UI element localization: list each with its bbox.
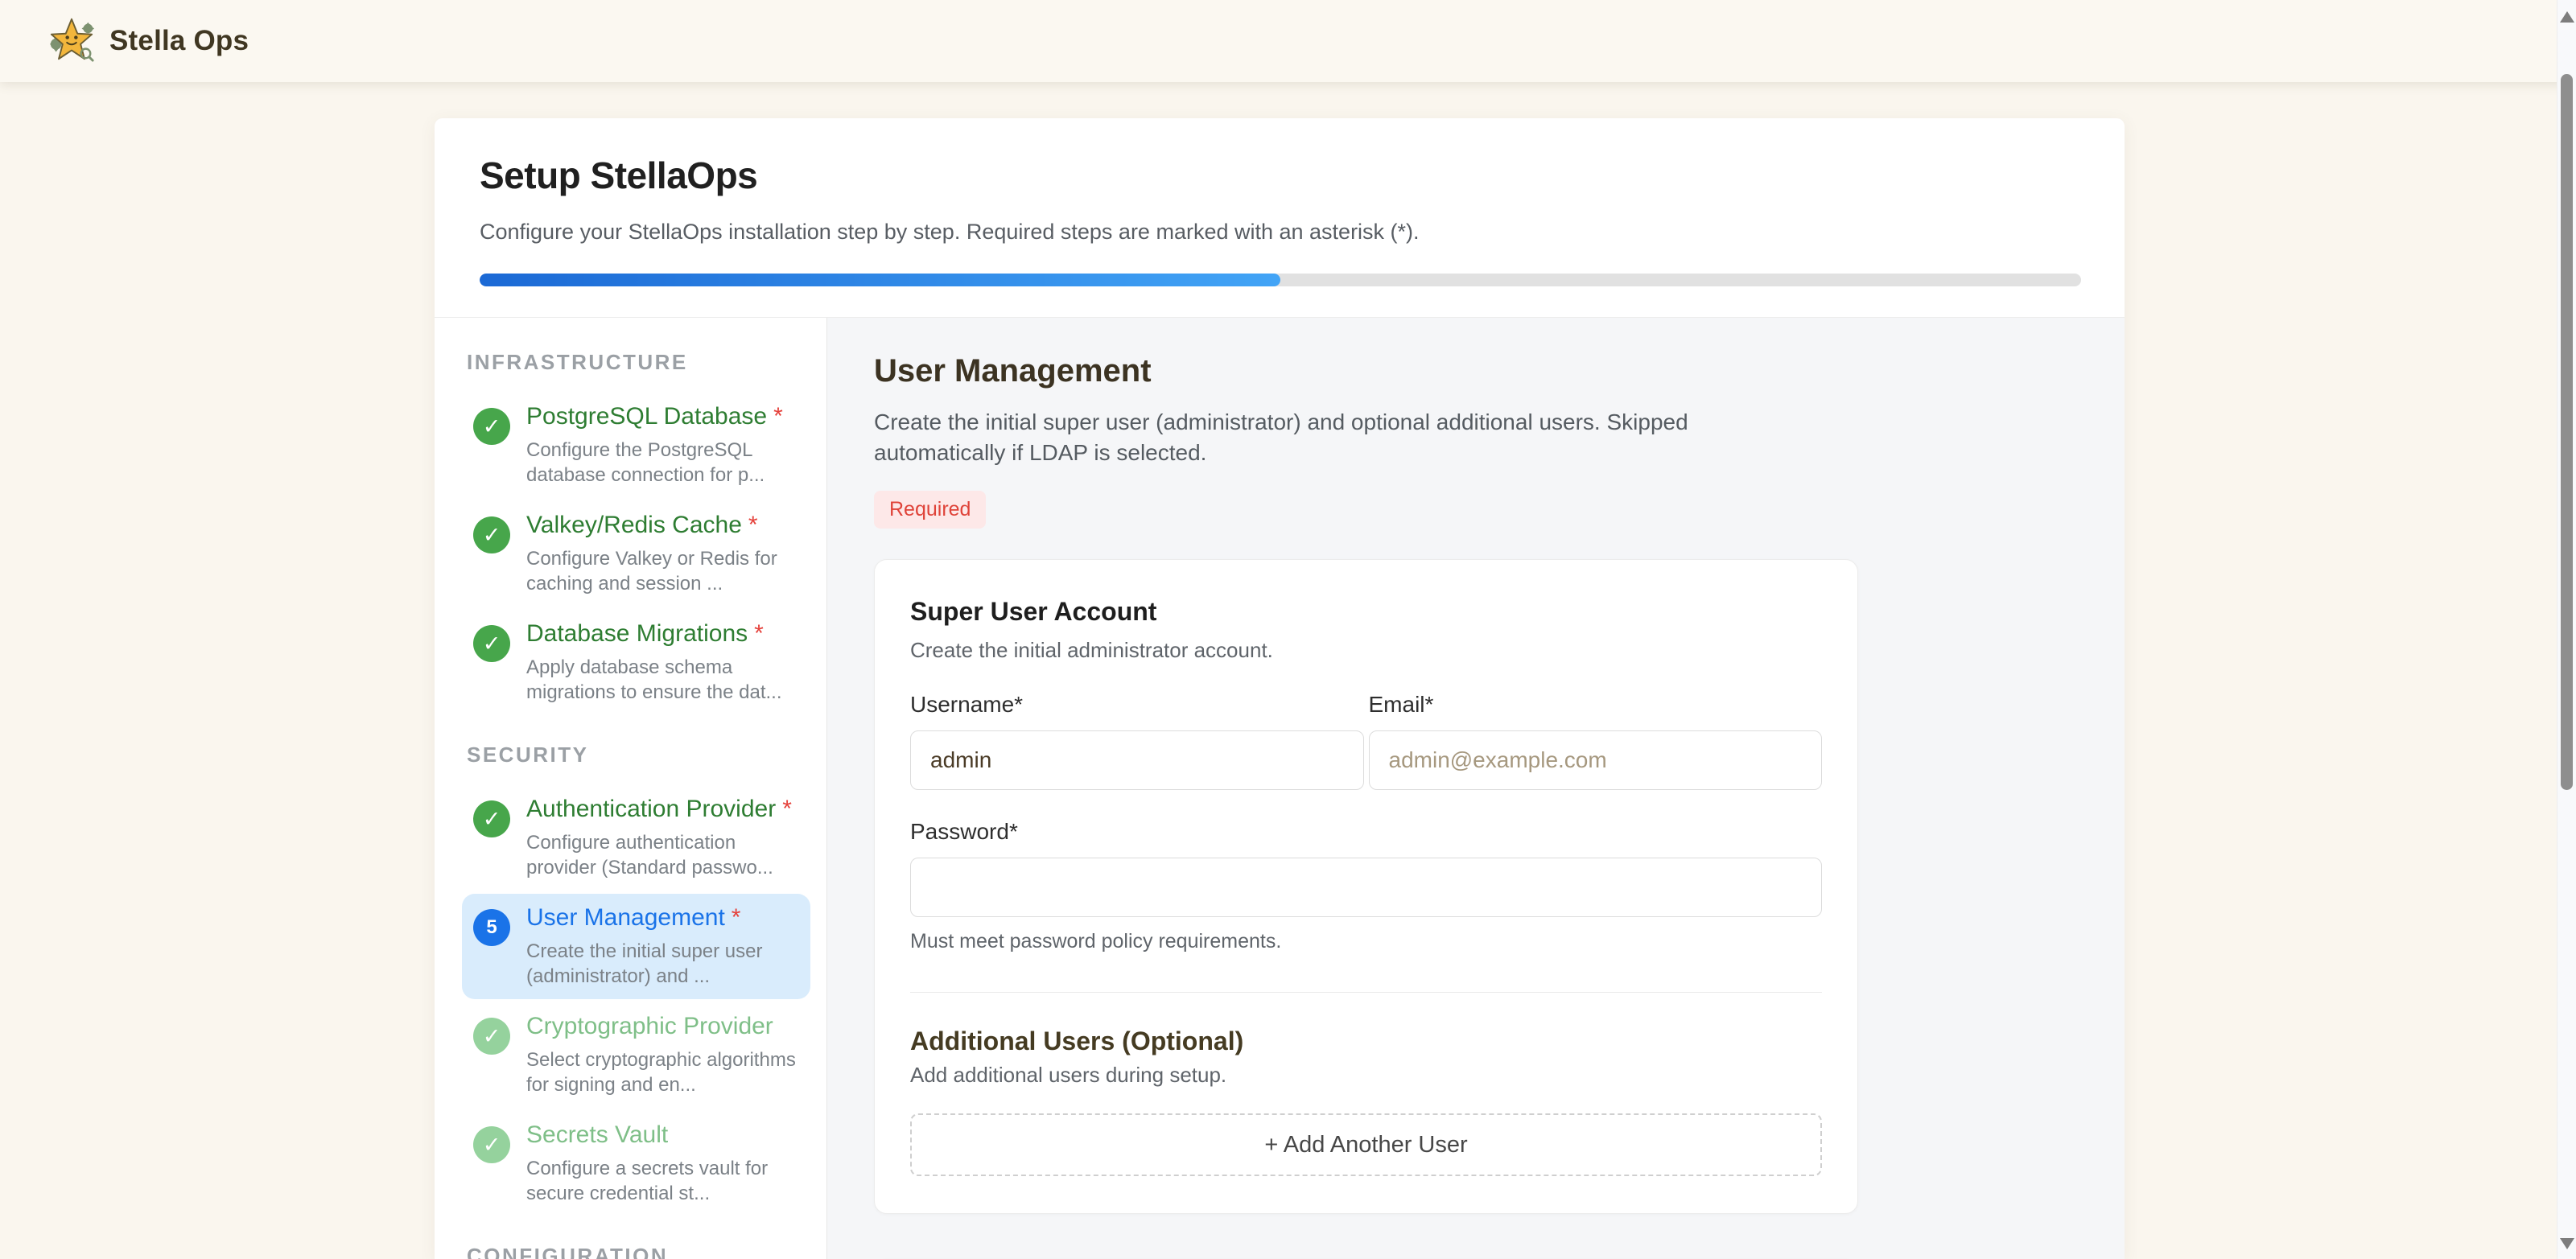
steps-sidebar: INFRASTRUCTURE ✓ PostgreSQL Database* Co… <box>435 318 827 1259</box>
sidebar-item-authentication-provider[interactable]: ✓ Authentication Provider* Configure aut… <box>462 785 810 891</box>
sidebar-item-valkey-redis-cache[interactable]: ✓ Valkey/Redis Cache* Configure Valkey o… <box>462 501 810 607</box>
additional-users-subtitle: Add additional users during setup. <box>910 1063 1822 1088</box>
super-user-card-title: Super User Account <box>910 597 1822 627</box>
password-field[interactable] <box>910 858 1822 917</box>
step-title: Secrets Vault <box>526 1121 799 1149</box>
stellaops-logo-icon <box>47 14 97 68</box>
scroll-down-arrow-icon[interactable] <box>2560 1238 2574 1249</box>
brand-name: Stella Ops <box>109 25 249 57</box>
additional-users-title: Additional Users (Optional) <box>910 1027 1822 1056</box>
vertical-scrollbar[interactable] <box>2557 0 2576 1259</box>
section-label-security: SECURITY <box>467 743 810 767</box>
card-divider <box>910 992 1822 993</box>
page-title: Setup StellaOps <box>480 154 2078 197</box>
password-label: Password* <box>910 819 1822 845</box>
check-icon: ✓ <box>473 1126 510 1163</box>
username-field[interactable] <box>910 730 1364 790</box>
email-field[interactable] <box>1369 730 1823 790</box>
username-label: Username* <box>910 692 1364 718</box>
sidebar-item-user-management[interactable]: 5 User Management* Create the initial su… <box>462 894 810 999</box>
progress-bar <box>480 274 2081 286</box>
step-panel: User Management Create the initial super… <box>827 318 2125 1259</box>
setup-wizard-card: Setup StellaOps Configure your StellaOps… <box>435 118 2125 1259</box>
check-icon: ✓ <box>473 625 510 662</box>
step-panel-description: Create the initial super user (administr… <box>874 407 1775 468</box>
step-panel-title: User Management <box>874 353 2125 389</box>
add-another-user-button[interactable]: + Add Another User <box>910 1113 1822 1176</box>
step-title: Cryptographic Provider <box>526 1013 799 1040</box>
step-title: Database Migrations* <box>526 620 799 648</box>
progress-fill <box>480 274 1280 286</box>
check-icon: ✓ <box>473 1018 510 1055</box>
required-badge: Required <box>874 491 986 529</box>
section-label-configuration: CONFIGURATION <box>467 1244 810 1259</box>
required-asterisk: * <box>773 403 783 430</box>
page-subtitle: Configure your StellaOps installation st… <box>480 220 2078 245</box>
super-user-card-subtitle: Create the initial administrator account… <box>910 638 1822 663</box>
step-title: Authentication Provider* <box>526 796 799 823</box>
step-title: User Management* <box>526 904 799 932</box>
required-asterisk: * <box>732 904 741 931</box>
check-icon: ✓ <box>473 408 510 445</box>
sidebar-item-database-migrations[interactable]: ✓ Database Migrations* Apply database sc… <box>462 610 810 715</box>
step-description: Configure the PostgreSQL database connec… <box>526 438 799 488</box>
scroll-up-arrow-icon[interactable] <box>2560 11 2574 23</box>
super-user-card: Super User Account Create the initial ad… <box>874 559 1858 1214</box>
required-asterisk: * <box>748 512 758 538</box>
required-asterisk: * <box>754 620 764 647</box>
sidebar-item-secrets-vault[interactable]: ✓ Secrets Vault Configure a secrets vaul… <box>462 1111 810 1216</box>
sidebar-item-cryptographic-provider[interactable]: ✓ Cryptographic Provider Select cryptogr… <box>462 1002 810 1108</box>
step-description: Configure Valkey or Redis for caching an… <box>526 546 799 596</box>
brand: Stella Ops <box>47 14 249 68</box>
step-description: Configure a secrets vault for secure cre… <box>526 1156 799 1206</box>
step-description: Create the initial super user (administr… <box>526 939 799 989</box>
wizard-content: INFRASTRUCTURE ✓ PostgreSQL Database* Co… <box>435 317 2125 1259</box>
step-title: PostgreSQL Database* <box>526 403 799 430</box>
setup-header: Setup StellaOps Configure your StellaOps… <box>435 118 2125 317</box>
check-icon: ✓ <box>473 516 510 553</box>
step-description: Apply database schema migrations to ensu… <box>526 655 799 705</box>
password-help-text: Must meet password policy requirements. <box>910 930 1822 953</box>
step-title: Valkey/Redis Cache* <box>526 512 799 539</box>
email-label: Email* <box>1369 692 1823 718</box>
app-bar: Stella Ops <box>0 0 2576 82</box>
required-asterisk: * <box>782 796 792 822</box>
step-description: Select cryptographic algorithms for sign… <box>526 1047 799 1097</box>
step-number-badge: 5 <box>473 909 510 946</box>
section-label-infrastructure: INFRASTRUCTURE <box>467 350 810 375</box>
scrollbar-thumb[interactable] <box>2561 74 2573 790</box>
sidebar-item-postgresql-database[interactable]: ✓ PostgreSQL Database* Configure the Pos… <box>462 393 810 498</box>
check-icon: ✓ <box>473 800 510 837</box>
step-description: Configure authentication provider (Stand… <box>526 830 799 880</box>
